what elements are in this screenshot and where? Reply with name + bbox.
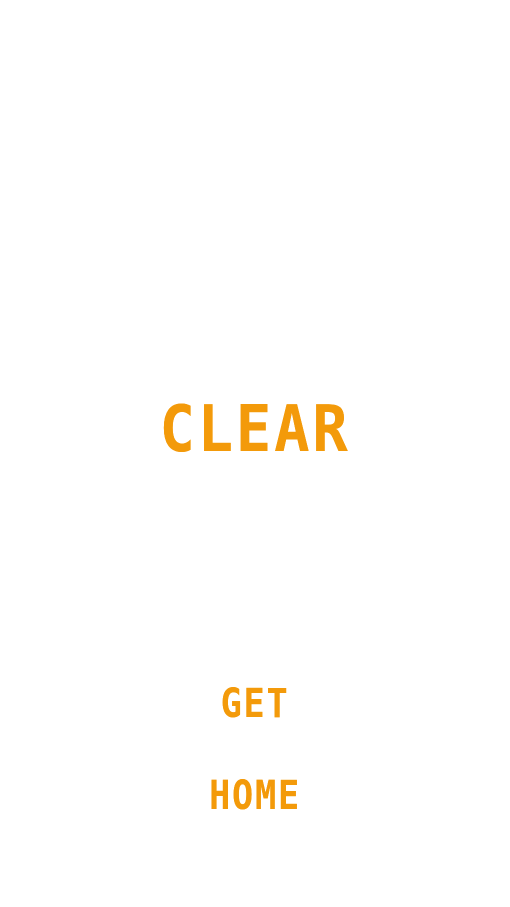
game-clear-screen: CLEAR GET HOME [0, 0, 510, 907]
clear-title: CLEAR [159, 393, 351, 467]
get-button[interactable]: GET [31, 684, 480, 724]
home-button[interactable]: HOME [31, 776, 480, 816]
